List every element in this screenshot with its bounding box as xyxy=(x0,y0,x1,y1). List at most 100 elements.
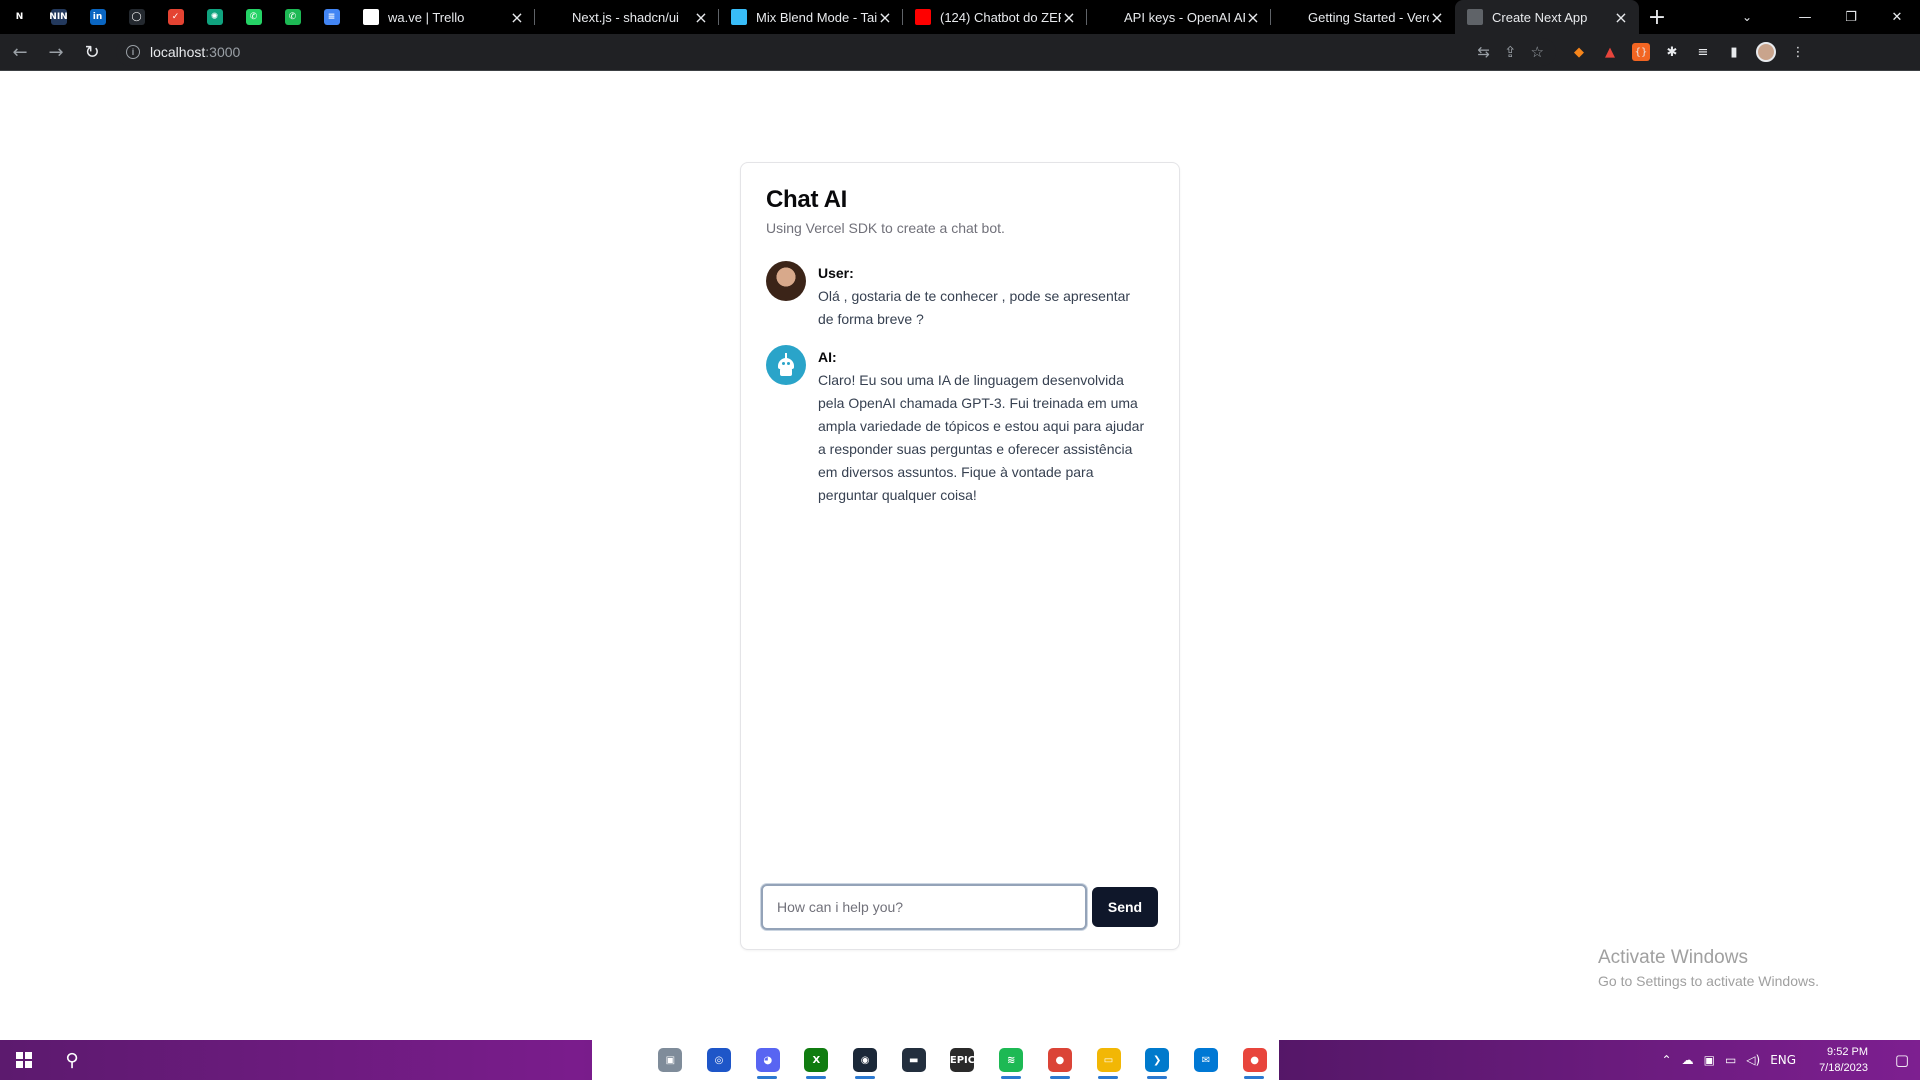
discord-icon: ◕ xyxy=(755,1048,780,1072)
browser-tab[interactable]: Next.js - shadcn/ui × xyxy=(535,0,719,34)
taskbar-app[interactable]: ▭ xyxy=(1084,1040,1133,1080)
chrome-profile-icon: ● xyxy=(1242,1048,1267,1072)
pinned-tab[interactable]: ◯ xyxy=(117,0,156,34)
browser-tab[interactable]: API keys - OpenAI API × xyxy=(1087,0,1271,34)
url-host: localhost xyxy=(150,44,206,60)
chat-input[interactable] xyxy=(761,884,1087,930)
browser-tab[interactable]: Getting Started - Vercel× xyxy=(1271,0,1455,34)
taskbar-app[interactable]: ◎ xyxy=(695,1040,744,1080)
close-tab-icon[interactable]: × xyxy=(509,8,525,27)
tab-title: Getting Started - Vercel xyxy=(1308,9,1429,25)
browser-tab[interactable]: Mix Blend Mode - Tailwind× xyxy=(719,0,903,34)
taskbar-app[interactable]: ◕ xyxy=(743,1040,792,1080)
close-tab-icon[interactable]: × xyxy=(1613,8,1629,27)
close-window-button[interactable]: ✕ xyxy=(1874,0,1920,34)
pinned-tab[interactable]: ✺ xyxy=(195,0,234,34)
tab-title: (124) Chatbot do ZERO xyxy=(940,9,1061,25)
new-tab-button[interactable]: + xyxy=(1639,0,1675,34)
whatsapp-icon: ✆ xyxy=(245,9,262,25)
clock[interactable]: 9:52 PM 7/18/2023 xyxy=(1819,1044,1868,1076)
watermark-title: Activate Windows xyxy=(1598,947,1748,968)
minimize-button[interactable]: — xyxy=(1782,0,1828,34)
network-icon[interactable]: ▭ xyxy=(1725,1053,1736,1067)
json-viewer-icon[interactable]: {} xyxy=(1632,43,1650,61)
pinned-tab[interactable]: in xyxy=(78,0,117,34)
tab-search-icon[interactable]: ⌄ xyxy=(1724,0,1770,34)
close-tab-icon[interactable]: × xyxy=(1429,8,1445,27)
search-icon[interactable]: ⚲ xyxy=(48,1040,96,1080)
extensions-puzzle-icon[interactable]: ✱ xyxy=(1663,43,1681,61)
volume-icon[interactable]: ◁) xyxy=(1746,1053,1760,1067)
pinned-tab[interactable]: ✆ xyxy=(273,0,312,34)
taskbar-app[interactable]: ❯ xyxy=(1133,1040,1182,1080)
close-tab-icon[interactable]: × xyxy=(1245,8,1261,27)
taskbar-app[interactable]: EPIC xyxy=(938,1040,987,1080)
pinned-tab[interactable]: ≡ xyxy=(312,0,351,34)
clock-date: 7/18/2023 xyxy=(1819,1062,1868,1074)
pinned-tab[interactable]: N xyxy=(0,0,39,34)
language-indicator[interactable]: ENG xyxy=(1770,1053,1796,1067)
taskbar-apps: ▣ ◎ ◕ X ◉ ▬ EPIC ≋ ● ▭ ❯ ✉ ● xyxy=(592,1040,1279,1080)
forward-button[interactable]: → xyxy=(40,36,72,68)
address-bar[interactable]: i localhost:3000 ⇆ ⇪ ☆ xyxy=(116,38,1556,66)
back-button[interactable]: ← xyxy=(4,36,36,68)
pinned-tab[interactable]: ✓ xyxy=(156,0,195,34)
profile-avatar[interactable] xyxy=(1756,42,1776,62)
taskbar-app[interactable]: ≋ xyxy=(987,1040,1036,1080)
taskbar-app[interactable]: X xyxy=(792,1040,841,1080)
adblock-icon[interactable]: ▲ xyxy=(1601,43,1619,61)
site-info-icon[interactable]: i xyxy=(126,45,140,59)
github-icon: ◯ xyxy=(128,9,145,25)
bookmark-star-icon[interactable]: ☆ xyxy=(1531,43,1544,61)
clock-time: 9:52 PM xyxy=(1827,1046,1868,1058)
user-avatar xyxy=(766,261,806,301)
steam-icon: ◉ xyxy=(853,1048,878,1072)
metamask-icon[interactable]: ◆ xyxy=(1570,43,1588,61)
restore-button[interactable]: ❐ xyxy=(1828,0,1874,34)
tray-chevron-icon[interactable]: ⌃ xyxy=(1662,1053,1672,1067)
onedrive-icon[interactable]: ☁ xyxy=(1682,1053,1694,1067)
notification-icon[interactable]: ▢ xyxy=(1884,1040,1920,1080)
taskbar-app[interactable]: ✉ xyxy=(1182,1040,1231,1080)
tab-title: wa.ve | Trello xyxy=(388,9,465,25)
settings-icon: ◎ xyxy=(707,1048,732,1072)
media-controls-icon[interactable]: ≡ xyxy=(1694,43,1712,61)
epic-games-icon: EPIC xyxy=(950,1048,975,1072)
share-icon[interactable]: ⇪ xyxy=(1504,43,1517,61)
browser-tab[interactable]: (124) Chatbot do ZERO× xyxy=(903,0,1087,34)
send-button[interactable]: Send xyxy=(1092,887,1158,927)
pinned-tab[interactable]: NIN xyxy=(39,0,78,34)
reload-button[interactable]: ↻ xyxy=(76,36,108,68)
translate-icon[interactable]: ⇆ xyxy=(1477,43,1490,61)
todoist-icon: ✓ xyxy=(167,9,184,25)
watermark-subtitle: Go to Settings to activate Windows. xyxy=(1598,973,1819,989)
vscode-icon: ❯ xyxy=(1145,1048,1170,1072)
url-port: :3000 xyxy=(205,44,241,60)
start-button[interactable] xyxy=(0,1040,48,1080)
tab-title: Mix Blend Mode - Tailwind xyxy=(756,9,877,25)
browser-tab[interactable]: wa.ve | Trello × xyxy=(351,0,535,34)
pinned-tab[interactable]: ✆ xyxy=(234,0,273,34)
side-panel-icon[interactable]: ▮ xyxy=(1725,43,1743,61)
google-docs-icon: ≡ xyxy=(323,9,340,25)
globe-icon xyxy=(1467,9,1483,25)
taskbar-app[interactable]: ● xyxy=(1230,1040,1279,1080)
chatgpt-icon: ✺ xyxy=(206,9,223,25)
windows-taskbar: ⚲ ▣ ◎ ◕ X ◉ ▬ EPIC ≋ ● ▭ ❯ ✉ ● ⌃ ☁ ▣ ▭ ◁) ENG 9:52 P… xyxy=(0,1040,1920,1080)
close-tab-icon[interactable]: × xyxy=(877,8,893,27)
message-role: User: xyxy=(818,265,854,281)
browser-tab[interactable]: Create Next App × xyxy=(1455,0,1639,34)
browser-tab-strip: N NIN in ◯ ✓ ✺ ✆ ✆ ≡ wa.ve | Trello × Next.js - sh… xyxy=(0,0,1920,34)
taskbar-app[interactable]: ▬ xyxy=(889,1040,938,1080)
menu-kebab-icon[interactable]: ⋮ xyxy=(1789,43,1807,61)
taskbar-app[interactable]: ● xyxy=(1036,1040,1085,1080)
close-tab-icon[interactable]: × xyxy=(693,8,709,27)
tab-title: Next.js - shadcn/ui xyxy=(572,9,679,25)
taskbar-app[interactable]: ▣ xyxy=(646,1040,695,1080)
card-title: Chat AI xyxy=(766,186,848,213)
tray-app-icon[interactable]: ▣ xyxy=(1704,1053,1715,1067)
chat-message-user: User: Olá , gostaria de te conhecer , po… xyxy=(766,261,1161,331)
system-tray: ⌃ ☁ ▣ ▭ ◁) ENG 9:52 PM 7/18/2023 ▢ xyxy=(1657,1040,1920,1080)
close-tab-icon[interactable]: × xyxy=(1061,8,1077,27)
taskbar-app[interactable]: ◉ xyxy=(841,1040,890,1080)
